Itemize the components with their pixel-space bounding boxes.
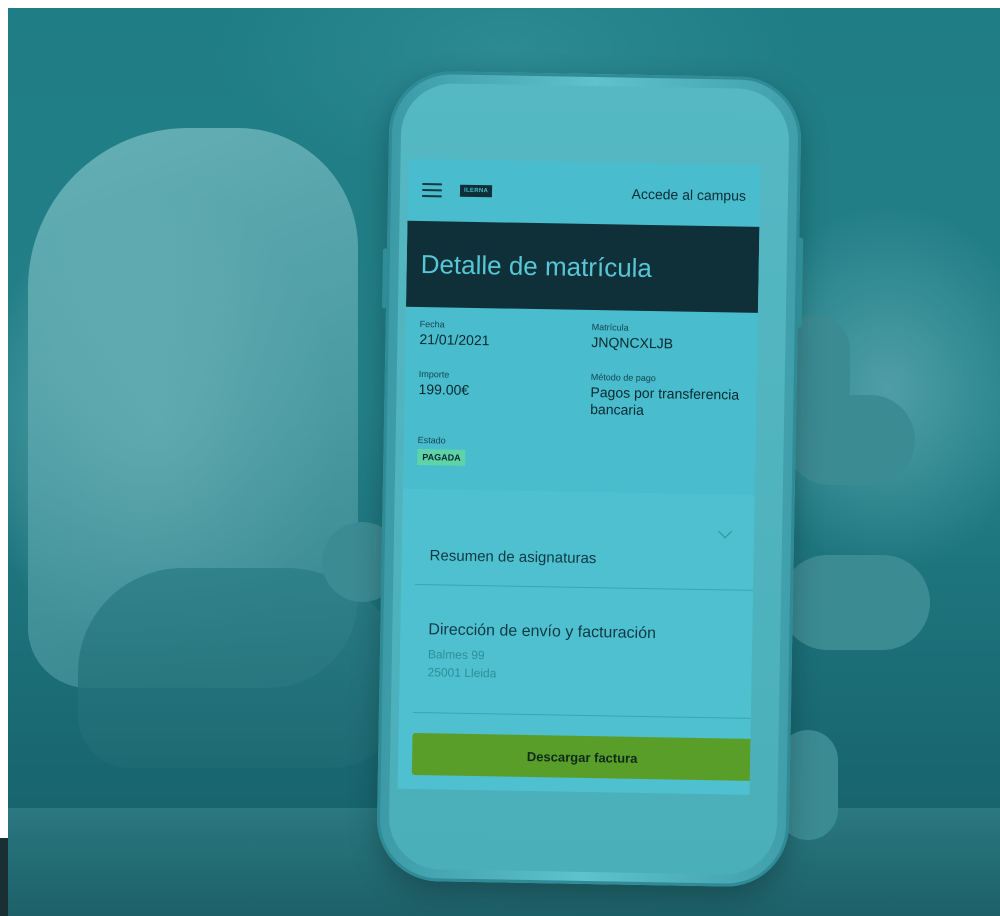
field-value: JNQNCXLJB xyxy=(591,334,674,352)
field-estado: Estado PAGADA xyxy=(417,435,466,466)
volume-button xyxy=(381,248,388,309)
summary-accordion[interactable]: Resumen de asignaturas xyxy=(415,504,755,591)
field-value: 199.00€ xyxy=(418,381,470,398)
accordion-label: Resumen de asignaturas xyxy=(429,547,597,568)
field-matricula: Matrícula JNQNCXLJB xyxy=(591,322,673,352)
page-border-left xyxy=(0,0,8,916)
hamburger-menu-icon[interactable] xyxy=(421,183,443,198)
field-label: Matrícula xyxy=(591,322,629,333)
page-border-top xyxy=(0,0,1000,8)
field-label: Importe xyxy=(418,369,450,380)
field-value: 21/01/2021 xyxy=(419,331,490,349)
field-importe: Importe 199.00€ xyxy=(418,369,469,399)
address-title: Dirección de envío y facturación xyxy=(428,621,657,643)
title-bar: Detalle de matrícula xyxy=(405,220,760,313)
address-block: Dirección de envío y facturación Balmes … xyxy=(412,584,754,719)
app-header: ILERNA Accede al campus xyxy=(407,159,760,227)
hand-finger xyxy=(785,395,915,485)
status-badge: PAGADA xyxy=(417,449,466,466)
field-metodo-pago: Método de pago Pagos por transferencia b… xyxy=(590,372,760,421)
page-corner xyxy=(0,838,8,916)
address-street: Balmes 99 xyxy=(427,647,485,663)
address-city: 25001 Lleida xyxy=(427,665,497,681)
ilerna-logo[interactable]: ILERNA xyxy=(459,184,493,198)
field-label: Método de pago xyxy=(590,372,656,384)
campus-link[interactable]: Accede al campus xyxy=(631,186,746,204)
field-label: Fecha xyxy=(419,319,445,330)
field-value: Pagos por transferencia bancaria xyxy=(590,384,740,418)
hand-finger xyxy=(780,555,930,650)
page-title: Detalle de matrícula xyxy=(420,248,653,283)
field-label: Estado xyxy=(417,435,446,446)
smartphone: ILERNA Accede al campus Detalle de matrí… xyxy=(375,70,804,888)
download-invoice-button[interactable]: Descargar factura xyxy=(411,732,753,781)
enrollment-details: Fecha 21/01/2021 Matrícula JNQNCXLJB Imp… xyxy=(417,319,750,466)
chevron-down-icon[interactable] xyxy=(718,524,733,539)
phone-screen: ILERNA Accede al campus Detalle de matrí… xyxy=(397,158,761,795)
field-fecha: Fecha 21/01/2021 xyxy=(419,319,490,349)
lower-section: Resumen de asignaturas Dirección de enví… xyxy=(397,488,755,795)
